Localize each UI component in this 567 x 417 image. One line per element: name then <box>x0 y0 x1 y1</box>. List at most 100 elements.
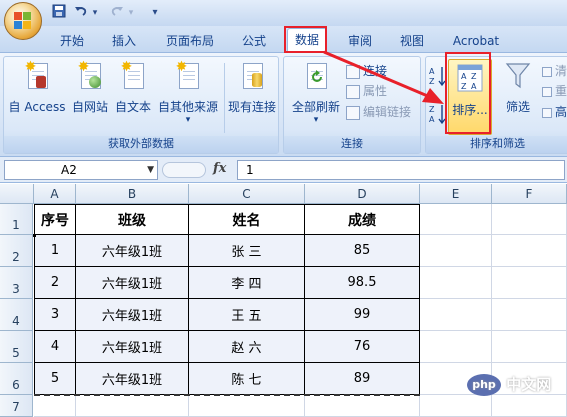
empty-cell[interactable] <box>189 396 305 417</box>
redo-dropdown-icon[interactable]: ▾ <box>122 4 140 22</box>
empty-cell[interactable] <box>420 299 492 331</box>
empty-cell[interactable] <box>492 267 567 299</box>
filter-button[interactable]: 筛选 <box>498 61 538 115</box>
table-header-cell[interactable]: 姓名 <box>189 204 305 235</box>
office-button[interactable] <box>4 2 42 40</box>
table-cell[interactable]: 98.5 <box>305 267 420 299</box>
table-cell[interactable]: 89 <box>305 363 420 395</box>
table-cell[interactable]: 六年级1班 <box>76 331 189 363</box>
advanced-button[interactable]: 高 <box>542 103 567 121</box>
empty-cell[interactable] <box>420 331 492 363</box>
from-text-label: 自文本 <box>114 100 151 114</box>
chevron-down-icon[interactable]: ▼ <box>147 161 154 179</box>
row-header-1[interactable]: 1 <box>0 204 33 235</box>
row-number: 4 <box>12 314 20 328</box>
advanced-label: 高 <box>555 105 567 119</box>
column-header-f[interactable]: F <box>492 184 567 204</box>
table-cell[interactable]: 李 四 <box>189 267 305 299</box>
table-cell[interactable]: 张 三 <box>189 235 305 267</box>
row-header-2[interactable]: 2 <box>0 235 33 267</box>
office-logo-icon <box>14 12 32 30</box>
clear-label: 清 <box>555 64 567 78</box>
table-cell[interactable]: 六年级1班 <box>76 299 189 331</box>
table-cell[interactable]: 六年级1班 <box>76 235 189 267</box>
table-cell[interactable]: 2 <box>34 267 76 299</box>
tab-formulas[interactable]: 公式 <box>234 31 274 51</box>
table-cell[interactable]: 99 <box>305 299 420 331</box>
table-cell[interactable]: 4 <box>34 331 76 363</box>
filter-icon <box>505 61 531 93</box>
row-number: 5 <box>12 346 20 360</box>
reapply-icon <box>542 86 552 97</box>
table-cell[interactable]: 1 <box>34 235 76 267</box>
table-header-cell[interactable]: 班级 <box>76 204 189 235</box>
table-cell[interactable]: 76 <box>305 331 420 363</box>
from-web-button[interactable]: ✸ 自网站 <box>68 60 112 115</box>
table-header-cell[interactable]: 序号 <box>34 204 76 235</box>
select-all-corner[interactable] <box>0 184 34 204</box>
selection-corner <box>33 234 36 237</box>
chevron-down-icon: ▾ <box>185 115 191 125</box>
table-cell[interactable]: 3 <box>34 299 76 331</box>
tab-insert[interactable]: 插入 <box>104 31 144 51</box>
insert-function-icon[interactable]: fx <box>213 161 226 176</box>
reapply-label: 重 <box>555 84 567 98</box>
name-box-value: A2 <box>61 163 77 177</box>
column-header-d[interactable]: D <box>305 184 420 204</box>
tab-view[interactable]: 视图 <box>390 31 434 51</box>
marching-ants-border <box>34 394 420 396</box>
title-bar: ▾ ▾ ▾ <box>0 0 567 26</box>
group-sort-filter-label: 排序和筛选 <box>426 136 567 153</box>
column-header-e[interactable]: E <box>420 184 492 204</box>
row-header-6[interactable]: 6 <box>0 363 33 395</box>
name-box[interactable]: A2 ▼ <box>4 160 158 180</box>
formula-input[interactable]: 1 <box>237 160 565 180</box>
chevron-down-icon: ▾ <box>313 115 319 125</box>
row-number: 1 <box>12 218 20 232</box>
empty-cell[interactable] <box>420 267 492 299</box>
empty-cell[interactable] <box>420 235 492 267</box>
empty-cell[interactable] <box>492 204 567 235</box>
reapply-button[interactable]: 重 <box>542 82 567 100</box>
existing-connections-button[interactable]: 现有连接 <box>225 61 279 115</box>
from-access-button[interactable]: ✸ 自 Access <box>7 60 67 115</box>
table-cell[interactable]: 85 <box>305 235 420 267</box>
tab-acrobat[interactable]: Acrobat <box>446 31 506 51</box>
access-icon: ✸ <box>24 60 50 93</box>
table-header-cell[interactable]: 成绩 <box>305 204 420 235</box>
table-cell[interactable]: 赵 六 <box>189 331 305 363</box>
pointer-arrow-icon <box>323 50 444 104</box>
row-number: 6 <box>12 378 20 392</box>
table-cell[interactable]: 王 五 <box>189 299 305 331</box>
empty-cell[interactable] <box>76 396 189 417</box>
table-cell[interactable]: 陈 七 <box>189 363 305 395</box>
save-icon[interactable] <box>50 4 68 22</box>
row-number: 7 <box>12 400 20 414</box>
row-header-4[interactable]: 4 <box>0 299 33 331</box>
table-cell[interactable]: 六年级1班 <box>76 363 189 395</box>
row-header-5[interactable]: 5 <box>0 331 33 363</box>
column-header-a[interactable]: A <box>34 184 76 204</box>
empty-cell[interactable] <box>420 204 492 235</box>
row-header-7[interactable]: 7 <box>0 395 33 417</box>
empty-cell[interactable] <box>492 299 567 331</box>
tab-review[interactable]: 审阅 <box>338 31 382 51</box>
from-other-sources-button[interactable]: ✸ 自其他来源 ▾ <box>154 60 222 125</box>
tab-page-layout[interactable]: 页面布局 <box>154 31 226 51</box>
tab-home[interactable]: 开始 <box>48 31 96 51</box>
customize-icon[interactable]: ▾ <box>146 4 164 22</box>
row-header-3[interactable]: 3 <box>0 267 33 299</box>
empty-cell[interactable] <box>34 396 76 417</box>
empty-cell[interactable] <box>305 396 420 417</box>
undo-dropdown-icon[interactable]: ▾ <box>86 4 104 22</box>
formula-bar-resize-handle[interactable] <box>162 162 206 178</box>
empty-cell[interactable] <box>492 235 567 267</box>
clear-filter-icon <box>542 66 552 77</box>
column-header-b[interactable]: B <box>76 184 189 204</box>
table-cell[interactable]: 5 <box>34 363 76 395</box>
empty-cell[interactable] <box>492 331 567 363</box>
from-text-button[interactable]: ✸ 自文本 <box>112 60 154 115</box>
column-header-c[interactable]: C <box>189 184 305 204</box>
clear-button[interactable]: 清 <box>542 62 567 80</box>
table-cell[interactable]: 六年级1班 <box>76 267 189 299</box>
